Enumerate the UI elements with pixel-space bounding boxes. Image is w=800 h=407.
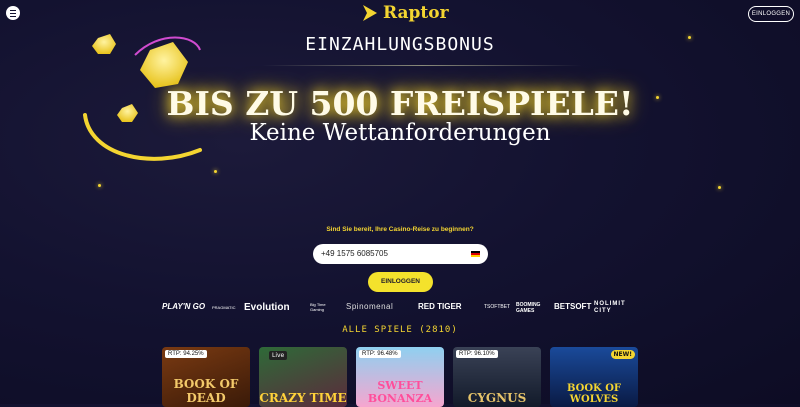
star-decoration xyxy=(214,170,217,173)
phone-input[interactable]: +49 1575 6085705 xyxy=(313,244,488,264)
raptor-logo[interactable]: Raptor xyxy=(361,2,449,24)
bonus-subheadline: Keine Wettanforderungen xyxy=(249,120,551,146)
phone-value: +49 1575 6085705 xyxy=(321,249,388,258)
star-decoration xyxy=(718,186,721,189)
game-card[interactable]: RTP: 94.25% BOOK OF DEAD xyxy=(162,347,250,407)
game-card[interactable]: RTP: 96.48% SWEET BONANZA xyxy=(356,347,444,407)
rtp-badge: RTP: 94.25% xyxy=(165,350,207,358)
provider-logo[interactable]: BOOMING GAMES xyxy=(516,302,548,314)
bonus-title: EINZAHLUNGSBONUS xyxy=(305,34,495,55)
logo-text: Raptor xyxy=(383,3,449,23)
game-title: CRAZY TIME xyxy=(259,391,347,405)
provider-logo[interactable]: TSOFTBET xyxy=(484,304,510,310)
provider-logo[interactable]: PRAGMATIC xyxy=(212,305,235,310)
game-card[interactable]: RTP: 96.10% CYGNUS xyxy=(453,347,541,407)
game-card[interactable]: NEW! BOOK OF WOLVES xyxy=(550,347,638,407)
game-title: BOOK OF DEAD xyxy=(173,377,239,405)
provider-logo[interactable]: RED TIGER xyxy=(418,302,462,311)
login-button[interactable]: EINLOGGEN xyxy=(368,272,433,292)
title-divider xyxy=(262,65,582,66)
provider-logo[interactable]: NOLIMIT CITY xyxy=(594,301,638,315)
new-badge: NEW! xyxy=(610,350,635,359)
game-card[interactable]: Live CRAZY TIME xyxy=(259,347,347,407)
provider-logo[interactable]: PLAY'N GO xyxy=(162,302,205,311)
rtp-badge: RTP: 96.10% xyxy=(456,350,498,358)
raptor-logo-icon xyxy=(363,5,377,21)
rtp-badge: RTP: 96.48% xyxy=(359,350,401,358)
provider-logo[interactable]: BETSOFT xyxy=(554,302,591,311)
game-title: SWEET BONANZA xyxy=(367,379,433,405)
live-badge: Live xyxy=(269,351,288,360)
star-decoration xyxy=(98,184,101,187)
provider-strip: PLAY'N GO PRAGMATIC Evolution Big Time G… xyxy=(160,300,640,318)
provider-logo[interactable]: Evolution xyxy=(244,302,290,313)
game-title: CYGNUS xyxy=(467,391,527,405)
menu-button[interactable] xyxy=(6,6,20,20)
game-title: BOOK OF WOLVES xyxy=(566,383,622,405)
provider-logo[interactable]: Big Time Gaming xyxy=(310,302,338,312)
germany-flag-icon[interactable] xyxy=(471,251,480,257)
bonus-headline: BIS ZU 500 FREISPIELE! xyxy=(166,84,634,123)
all-games-heading: ALLE SPIELE (2810) xyxy=(342,325,458,335)
login-button-header[interactable]: EINLOGGEN xyxy=(748,6,794,22)
signup-prompt: Sind Sie bereit, Ihre Casino-Reise zu be… xyxy=(326,226,474,233)
provider-logo[interactable]: Spinomenal xyxy=(346,302,393,311)
